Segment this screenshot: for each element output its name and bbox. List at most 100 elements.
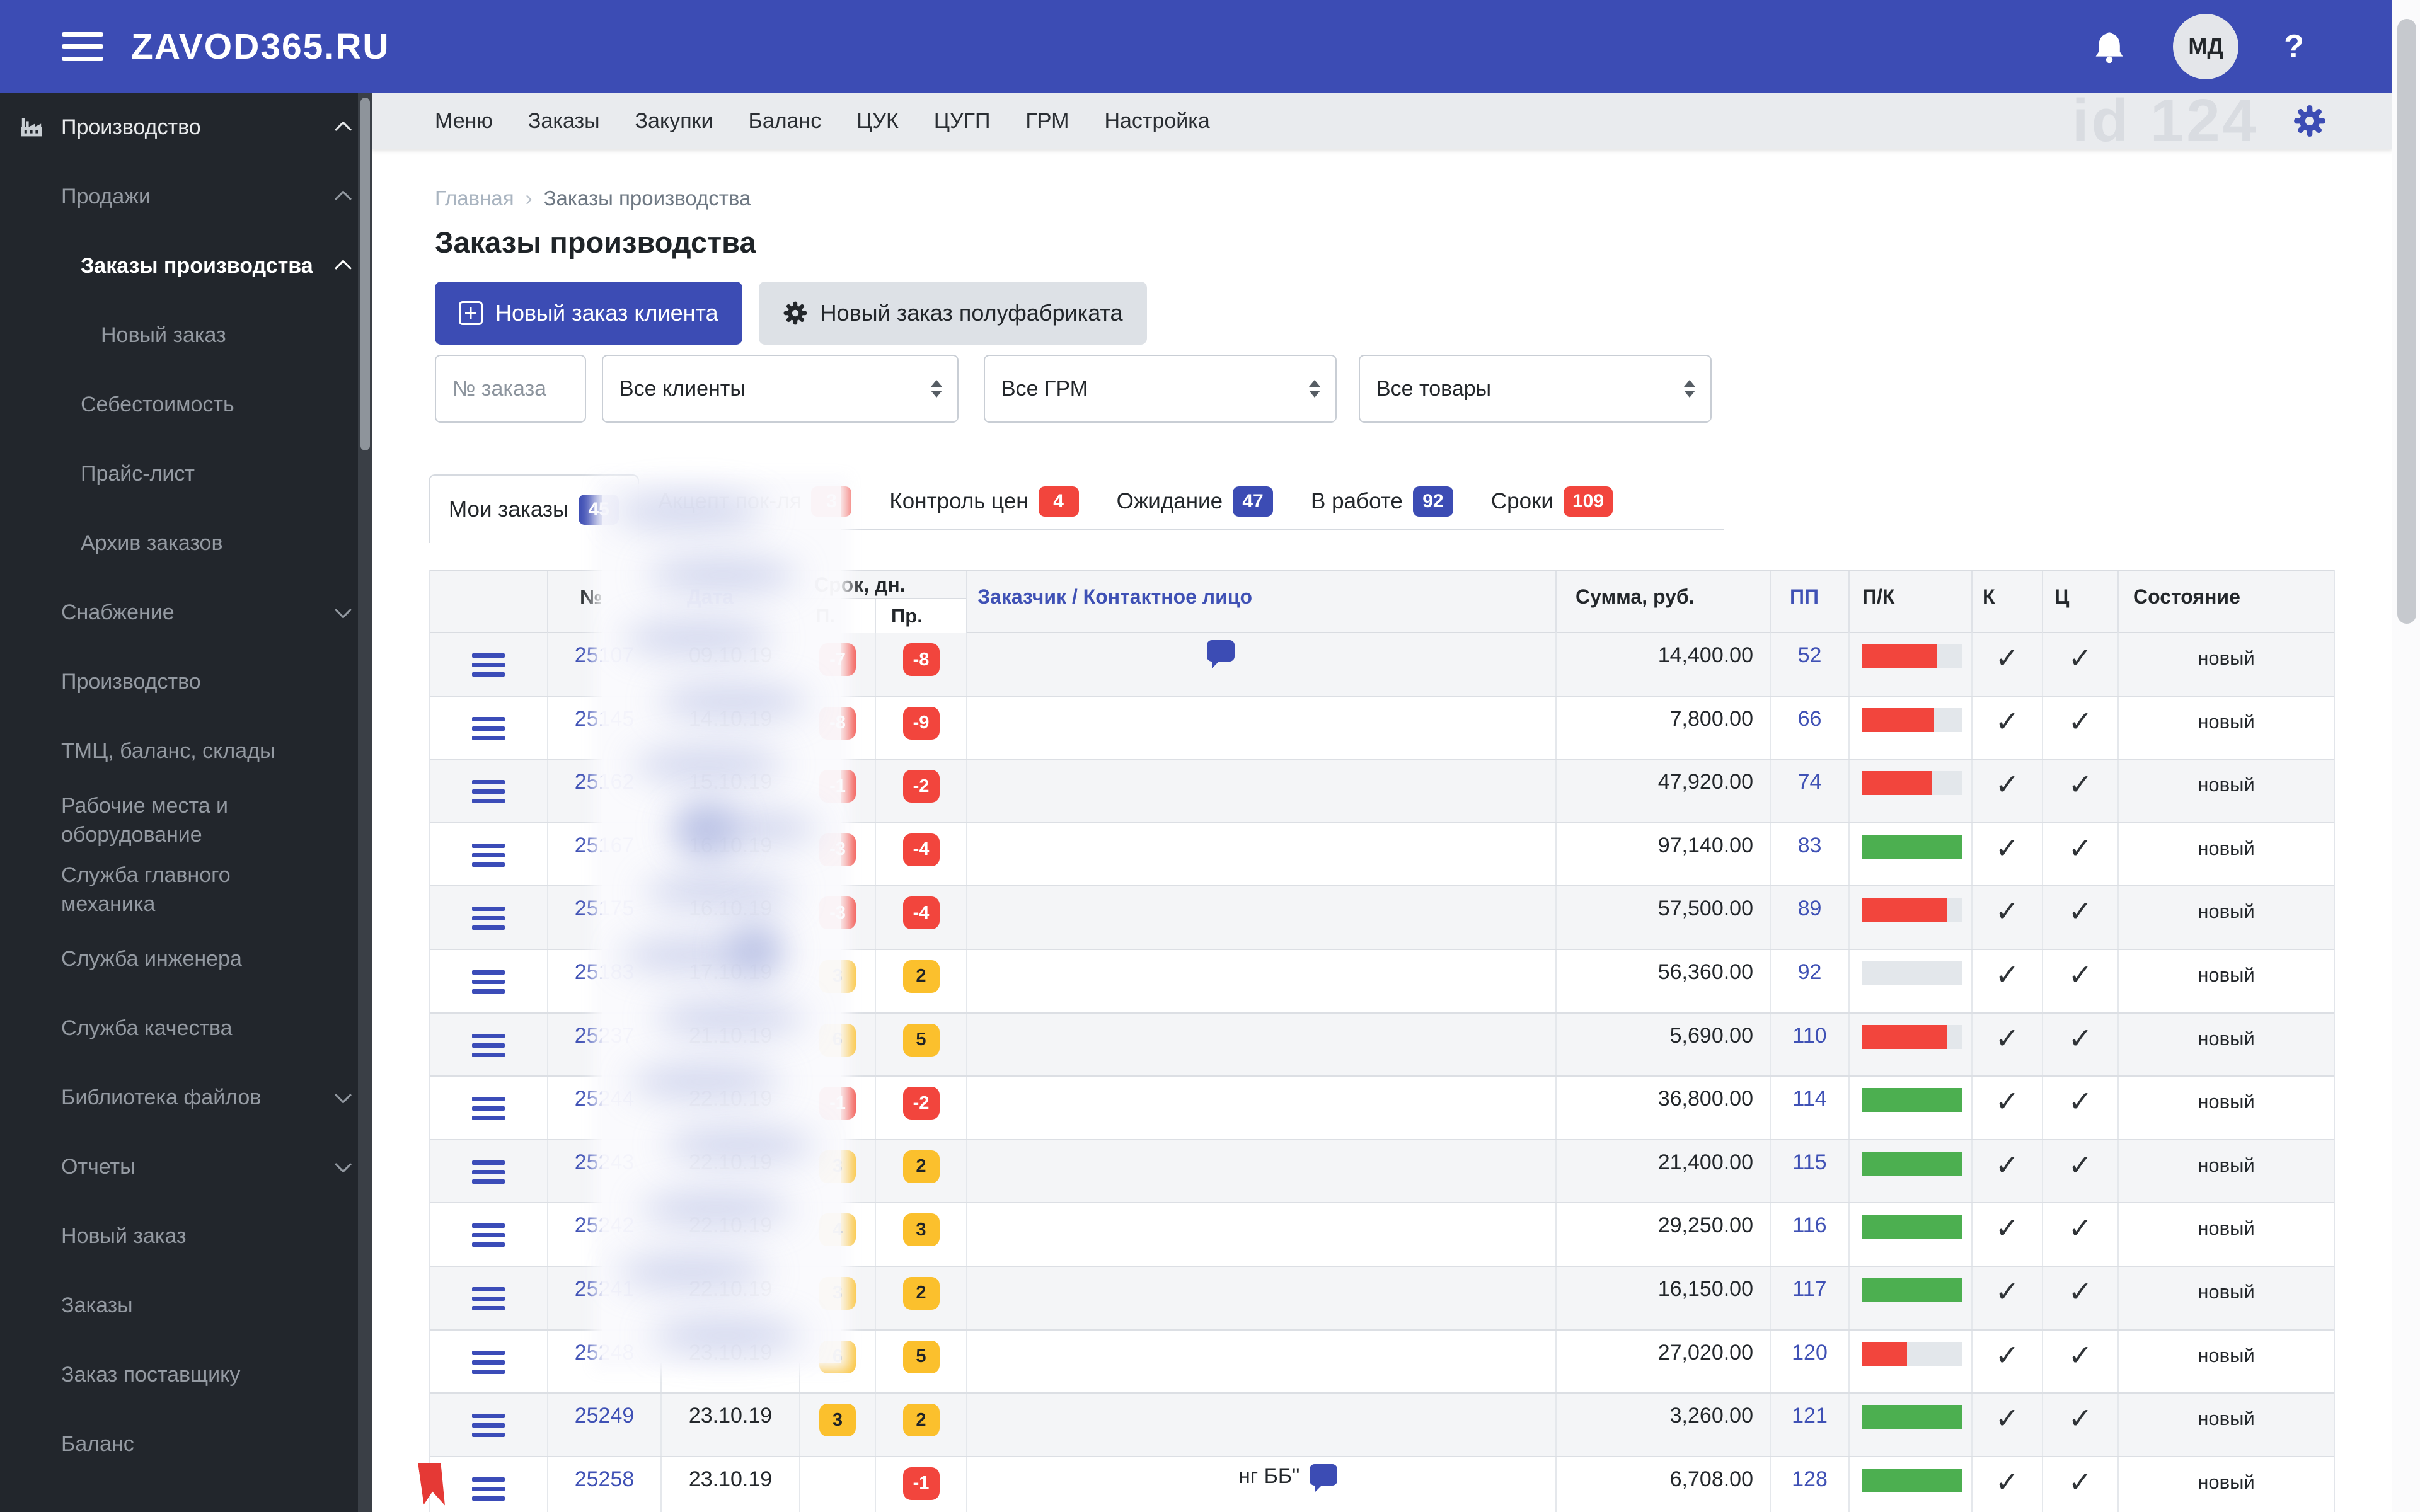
sidebar-item-новый-заказ[interactable]: Новый заказ xyxy=(0,1201,372,1271)
sidebar-item-отчеты[interactable]: Отчеты xyxy=(0,1132,372,1201)
sidebar-item-продажи[interactable]: Продажи xyxy=(0,162,372,231)
row-menu-icon[interactable] xyxy=(472,1350,505,1374)
breadcrumb-home-link[interactable]: Главная xyxy=(435,186,514,210)
pp-link[interactable]: 74 xyxy=(1771,760,1850,822)
row-menu-icon[interactable] xyxy=(472,1286,505,1310)
pp-link[interactable]: 66 xyxy=(1771,696,1850,759)
col-date[interactable]: Дата xyxy=(662,571,800,633)
sidebar-item-архив-заказов[interactable]: Архив заказов xyxy=(0,508,372,578)
order-number-link[interactable]: 25183 xyxy=(548,949,662,1012)
pp-link[interactable]: 128 xyxy=(1771,1457,1850,1512)
col-customer[interactable]: Заказчик / Контактное лицо xyxy=(967,571,1557,633)
user-avatar[interactable]: МД xyxy=(2173,13,2239,79)
page-scrollbar[interactable] xyxy=(2392,0,2420,1512)
clients-filter-select[interactable]: Все клиенты xyxy=(602,355,959,423)
order-number-link[interactable]: 25167 xyxy=(548,823,662,886)
sidebar-item-заказ-поставщику[interactable]: Заказ поставщику xyxy=(0,1340,372,1409)
pp-link[interactable]: 116 xyxy=(1771,1203,1850,1266)
row-menu-icon[interactable] xyxy=(472,653,505,677)
row-menu-icon[interactable] xyxy=(472,1033,505,1057)
menu-item-5[interactable]: ЦУК xyxy=(856,109,899,134)
order-number-link[interactable]: 25241 xyxy=(548,1266,662,1329)
settings-gear-icon[interactable] xyxy=(2293,104,2327,138)
order-number-link[interactable]: 25145 xyxy=(548,696,662,759)
pp-link[interactable]: 115 xyxy=(1771,1140,1850,1203)
pp-link[interactable]: 83 xyxy=(1771,823,1850,886)
sidebar-item-снабжение[interactable]: Снабжение xyxy=(0,578,372,647)
sidebar-item-заказы-производства[interactable]: Заказы производства xyxy=(0,231,372,301)
row-menu-icon[interactable] xyxy=(472,1477,505,1501)
chat-bubble-icon[interactable] xyxy=(1310,1463,1338,1492)
col-number[interactable]: № xyxy=(548,571,662,633)
tab-контроль-цен[interactable]: Контроль цен 4 xyxy=(870,474,1097,529)
row-menu-icon[interactable] xyxy=(472,970,505,994)
col-pp[interactable]: ПП xyxy=(1771,571,1850,633)
col-sum[interactable]: Сумма, руб. xyxy=(1557,571,1771,633)
sidebar-item-прайс-лист[interactable]: Прайс-лист xyxy=(0,439,372,508)
menu-item-6[interactable]: ЦУГП xyxy=(934,109,991,134)
row-menu-icon[interactable] xyxy=(472,1097,505,1121)
pp-link[interactable]: 110 xyxy=(1771,1013,1850,1076)
sidebar-scrollbar-thumb[interactable] xyxy=(360,98,370,450)
row-menu-icon[interactable] xyxy=(472,716,505,740)
pp-link[interactable]: 120 xyxy=(1771,1330,1850,1393)
menu-item-3[interactable]: Закупки xyxy=(635,109,713,134)
order-number-link[interactable]: 25237 xyxy=(548,1013,662,1076)
order-number-link[interactable]: 25175 xyxy=(548,886,662,949)
help-button[interactable]: ? xyxy=(2284,28,2304,66)
order-number-link[interactable]: 25107 xyxy=(548,633,662,696)
order-number-link[interactable]: 25258 xyxy=(548,1457,662,1512)
sidebar-item-заказы[interactable]: Заказы xyxy=(0,1271,372,1340)
pp-link[interactable]: 89 xyxy=(1771,886,1850,949)
row-menu-icon[interactable] xyxy=(472,1414,505,1438)
sidebar-item-производство[interactable]: Производство xyxy=(0,93,372,162)
tab-сроки[interactable]: Сроки 109 xyxy=(1472,474,1632,529)
menu-item-7[interactable]: ГРМ xyxy=(1025,109,1069,134)
tab-акцепт-пок-ля[interactable]: Акцепт пок-ля 3 xyxy=(639,474,870,529)
sidebar-item-тмц-баланс-склады[interactable]: ТМЦ, баланс, склады xyxy=(0,716,372,786)
menu-item-8[interactable]: Настройка xyxy=(1104,109,1209,134)
order-number-input[interactable] xyxy=(435,355,586,423)
order-number-link[interactable]: 25243 xyxy=(548,1140,662,1203)
pp-link[interactable]: 121 xyxy=(1771,1394,1850,1456)
grm-filter-select[interactable]: Все ГРМ xyxy=(984,355,1337,423)
menu-item-1[interactable]: Меню xyxy=(435,109,493,134)
pp-link[interactable]: 114 xyxy=(1771,1077,1850,1139)
row-menu-icon[interactable] xyxy=(472,843,505,867)
sidebar-item-баланс[interactable]: Баланс xyxy=(0,1409,372,1479)
row-menu-icon[interactable] xyxy=(472,1160,505,1184)
sidebar-scrollbar[interactable] xyxy=(358,93,372,1512)
tab-в-работе[interactable]: В работе 92 xyxy=(1292,474,1472,529)
order-number-link[interactable]: 25249 xyxy=(548,1394,662,1456)
hamburger-menu-icon[interactable] xyxy=(62,32,103,61)
sidebar-item-служба-качества[interactable]: Служба качества xyxy=(0,994,372,1063)
order-number-link[interactable]: 25248 xyxy=(548,1330,662,1393)
menu-item-4[interactable]: Баланс xyxy=(749,109,822,134)
sidebar-item-служба-главного-механика[interactable]: Служба главного механика xyxy=(0,855,372,924)
notifications-bell-icon[interactable] xyxy=(2091,28,2128,65)
pp-link[interactable]: 52 xyxy=(1771,633,1850,696)
menu-item-2[interactable]: Заказы xyxy=(528,109,600,134)
pp-link[interactable]: 117 xyxy=(1771,1266,1850,1329)
row-menu-icon[interactable] xyxy=(472,1223,505,1247)
sidebar-item-служба-инженера[interactable]: Служба инженера xyxy=(0,924,372,994)
page-scrollbar-thumb[interactable] xyxy=(2397,19,2416,624)
order-number-link[interactable]: 25162 xyxy=(548,760,662,822)
new-semifinished-order-button[interactable]: Новый заказ полуфабриката xyxy=(758,282,1147,345)
row-menu-icon[interactable] xyxy=(472,780,505,804)
order-number-link[interactable]: 25242 xyxy=(548,1203,662,1266)
sidebar-item-библиотека-файлов[interactable]: Библиотека файлов xyxy=(0,1063,372,1132)
pp-link[interactable]: 92 xyxy=(1771,949,1850,1012)
order-number-link[interactable]: 25244 xyxy=(548,1077,662,1139)
sidebar-item-новый-заказ[interactable]: Новый заказ xyxy=(0,301,372,370)
sidebar-item-производство[interactable]: Производство xyxy=(0,647,372,716)
sidebar-item-себестоимость[interactable]: Себестоимость xyxy=(0,370,372,439)
app-logo[interactable]: ZAVOD365.RU xyxy=(131,26,390,67)
tab-мои-заказы[interactable]: Мои заказы 45 xyxy=(429,474,640,543)
products-filter-select[interactable]: Все товары xyxy=(1359,355,1712,423)
row-menu-icon[interactable] xyxy=(472,907,505,931)
chat-bubble-icon[interactable] xyxy=(1207,640,1235,668)
tab-ожидание[interactable]: Ожидание 47 xyxy=(1098,474,1292,529)
new-client-order-button[interactable]: Новый заказ клиента xyxy=(435,282,742,345)
sidebar-item-рабочие-места-и-оборудование[interactable]: Рабочие места и оборудование xyxy=(0,786,372,855)
